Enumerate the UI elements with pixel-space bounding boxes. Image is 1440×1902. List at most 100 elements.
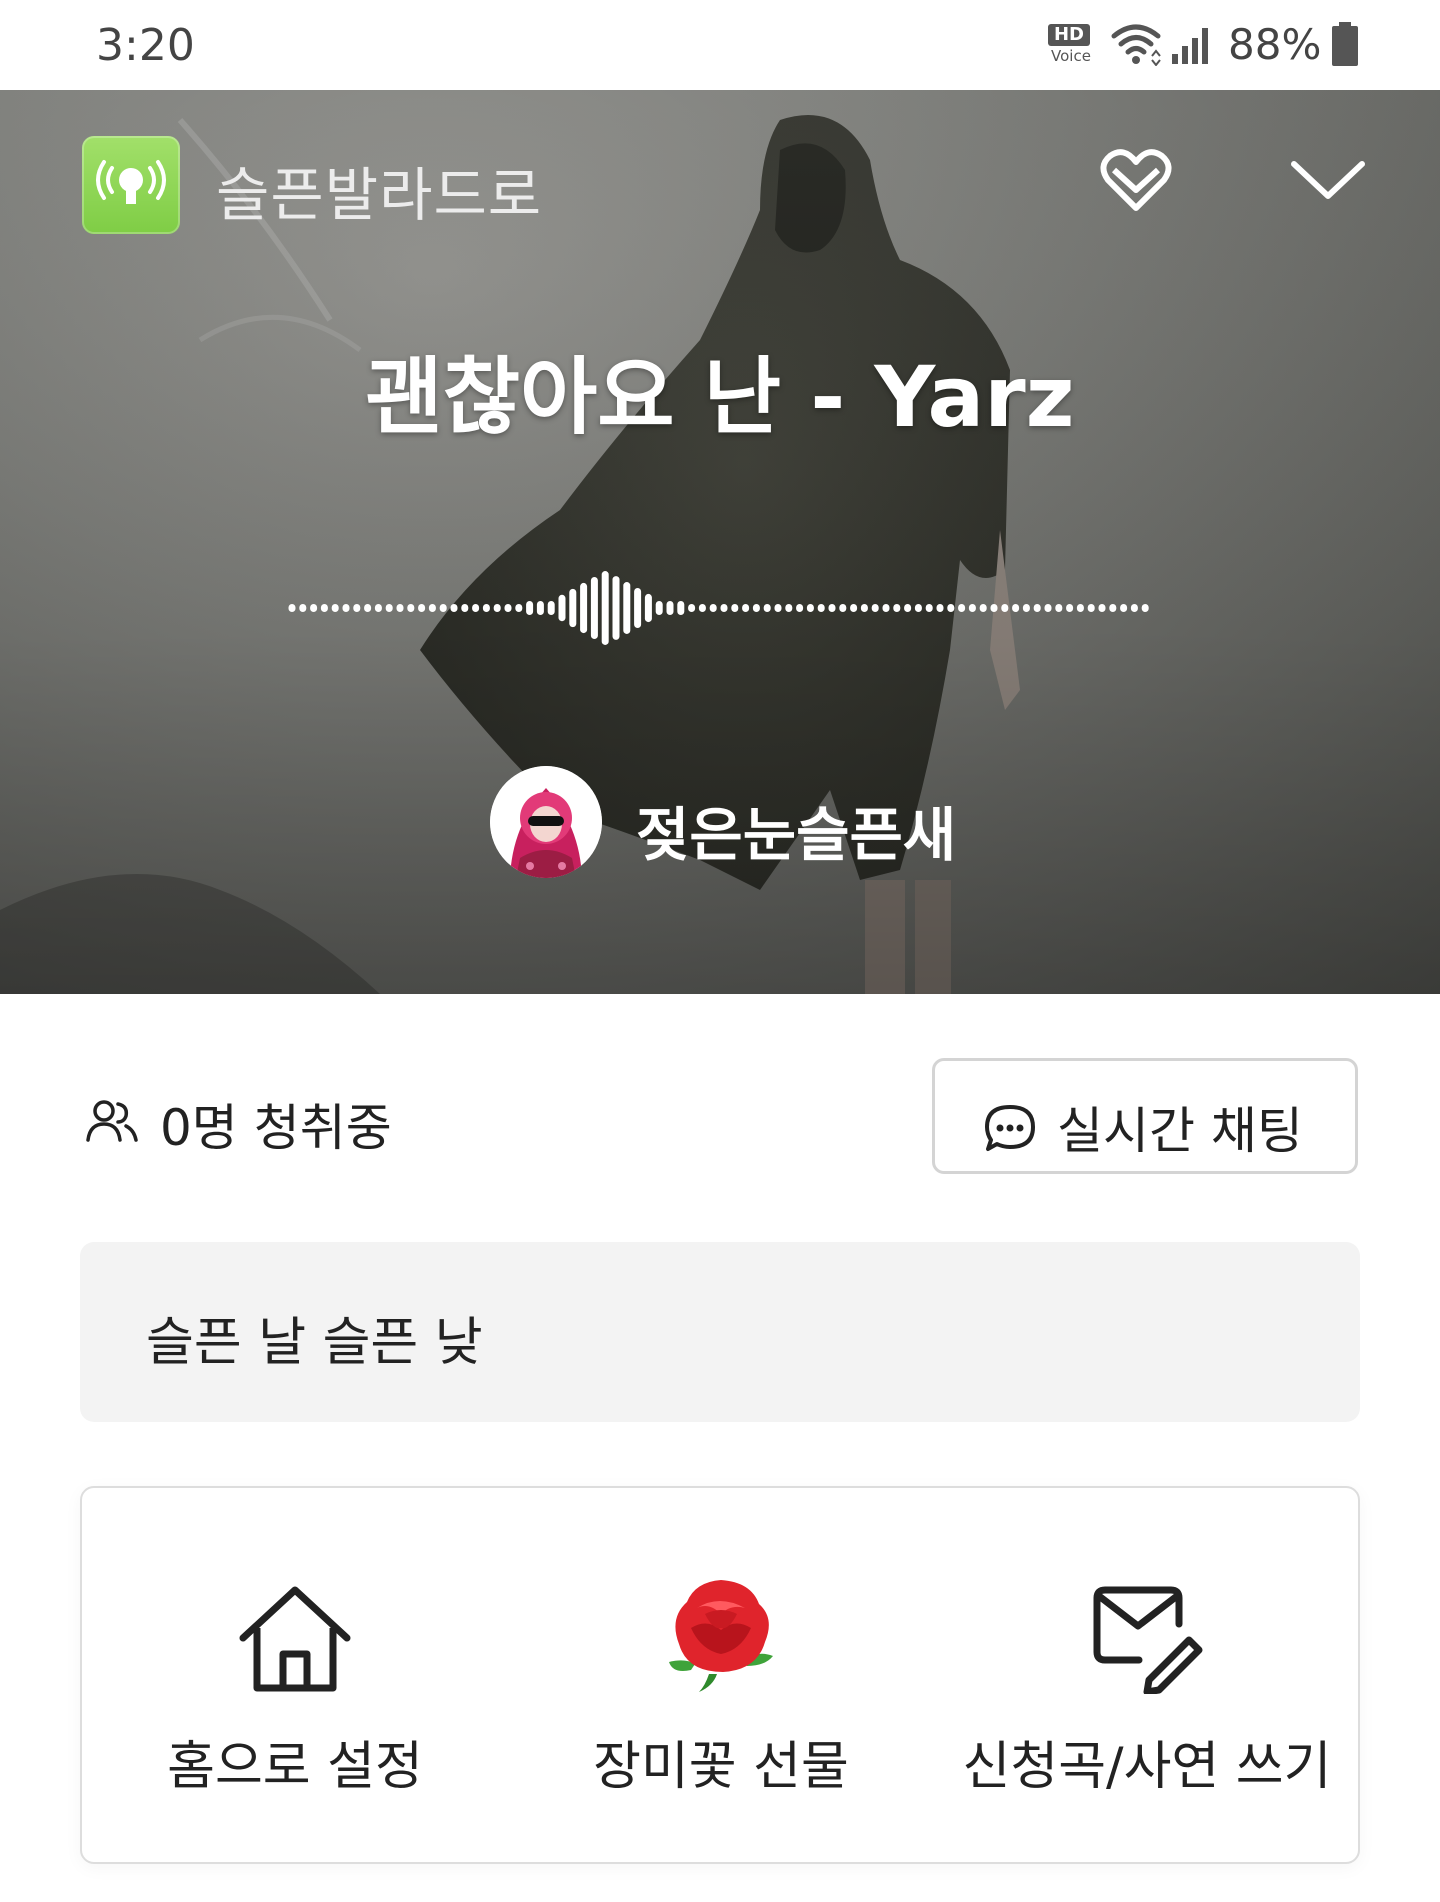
radio-broadcast-icon[interactable] bbox=[82, 136, 180, 234]
waveform-bar bbox=[677, 601, 685, 615]
waveform-bar bbox=[558, 594, 566, 622]
player-topbar: 슬픈발라드로 bbox=[0, 90, 1440, 270]
battery-icon bbox=[1330, 22, 1360, 72]
waveform-bar bbox=[439, 604, 447, 612]
channel-description: 슬픈 날 슬픈 낮 bbox=[146, 1313, 483, 1373]
waveform-bar bbox=[860, 604, 868, 612]
waveform-bar bbox=[958, 604, 966, 612]
channel-name[interactable]: 슬픈발라드로 bbox=[216, 148, 542, 232]
status-bar: 3:20 HD Voice 88% bbox=[0, 0, 1440, 90]
waveform-bar bbox=[493, 604, 501, 612]
waveform-bar bbox=[1109, 604, 1117, 612]
hd-badge: HD bbox=[1048, 24, 1090, 46]
waveform-bar bbox=[720, 604, 728, 612]
waveform-bar bbox=[709, 604, 717, 612]
waveform-bar bbox=[1130, 604, 1138, 612]
waveform-bar bbox=[472, 604, 480, 612]
waveform-bar bbox=[569, 588, 577, 628]
waveform-bar bbox=[428, 604, 436, 612]
waveform-bar bbox=[666, 601, 674, 615]
waveform-bar bbox=[979, 604, 987, 612]
waveform-bar bbox=[1098, 604, 1106, 612]
waveform-bar bbox=[385, 604, 393, 612]
waveform-bar bbox=[990, 604, 998, 612]
waveform-bar bbox=[396, 604, 404, 612]
waveform-bar bbox=[914, 604, 922, 612]
waveform-bar bbox=[785, 604, 793, 612]
waveform-bar bbox=[450, 604, 458, 612]
waveform-bar bbox=[364, 604, 372, 612]
waveform-bar bbox=[482, 604, 490, 612]
waveform-bar bbox=[331, 604, 339, 612]
waveform-bar bbox=[504, 604, 512, 612]
song-title: 괜찮아요 난 - Yarz bbox=[365, 348, 1075, 446]
waveform-bar bbox=[342, 604, 350, 612]
wifi-icon bbox=[1110, 22, 1162, 70]
hd-voice-label: Voice bbox=[1051, 47, 1091, 65]
waveform-bar bbox=[731, 604, 739, 612]
waveform-bar bbox=[828, 604, 836, 612]
set-home-button[interactable]: 홈으로 설정 bbox=[82, 1488, 508, 1862]
request-song-label: 신청곡/사연 쓰기 bbox=[962, 1737, 1332, 1797]
waveform-bar bbox=[612, 576, 620, 640]
waveform-bar bbox=[299, 604, 307, 612]
channel-description-box: 슬픈 날 슬픈 낮 bbox=[80, 1242, 1360, 1422]
heart-icon bbox=[1100, 149, 1172, 211]
set-home-label: 홈으로 설정 bbox=[167, 1737, 423, 1797]
waveform-bar bbox=[688, 604, 696, 612]
waveform-bar bbox=[1012, 604, 1020, 612]
waveform-bar bbox=[1076, 604, 1084, 612]
waveform-bar bbox=[850, 604, 858, 612]
dj-name: 젖은눈슬픈새 bbox=[636, 801, 957, 869]
waveform-bar bbox=[752, 604, 760, 612]
rose-icon bbox=[508, 1574, 934, 1694]
waveform-bar bbox=[893, 604, 901, 612]
action-card: 홈으로 설정 장미꽃 선물 신청곡/사연 쓰기 bbox=[80, 1486, 1360, 1864]
waveform-bar bbox=[763, 604, 771, 612]
waveform-bar bbox=[904, 604, 912, 612]
avatar[interactable] bbox=[490, 766, 602, 878]
waveform-bar bbox=[936, 604, 944, 612]
waveform-bar bbox=[839, 604, 847, 612]
waveform-bar bbox=[623, 582, 631, 634]
waveform-bar bbox=[515, 604, 523, 612]
request-song-button[interactable]: 신청곡/사연 쓰기 bbox=[934, 1488, 1360, 1862]
battery-percent: 88% bbox=[1228, 20, 1322, 69]
waveform-bar bbox=[871, 604, 879, 612]
waveform-bar bbox=[1001, 604, 1009, 612]
waveform-bar bbox=[526, 601, 534, 615]
waveform-bar bbox=[288, 604, 296, 612]
waveform-bar bbox=[806, 604, 814, 612]
gift-rose-label: 장미꽃 선물 bbox=[593, 1737, 849, 1797]
waveform-bar bbox=[655, 601, 663, 615]
signal-icon bbox=[1170, 22, 1218, 70]
audio-waveform bbox=[288, 571, 1149, 645]
waveform-bar bbox=[547, 601, 555, 615]
waveform-bar bbox=[601, 571, 609, 645]
waveform-bar bbox=[634, 587, 642, 629]
waveform-bar bbox=[1055, 604, 1063, 612]
collapse-button[interactable] bbox=[1290, 150, 1366, 210]
waveform-bar bbox=[461, 604, 469, 612]
mail-edit-icon bbox=[934, 1584, 1360, 1704]
waveform-bar bbox=[1022, 604, 1030, 612]
listener-count-text: 0명 청취중 bbox=[160, 1099, 392, 1157]
favorite-button[interactable] bbox=[1100, 148, 1172, 214]
chevron-down-icon bbox=[1291, 161, 1365, 199]
waveform-bar bbox=[796, 604, 804, 612]
hd-voice-icon: HD Voice bbox=[1048, 24, 1094, 66]
waveform-bar bbox=[418, 604, 426, 612]
waveform-bar bbox=[1087, 604, 1095, 612]
gift-rose-button[interactable]: 장미꽃 선물 bbox=[508, 1488, 934, 1862]
home-icon bbox=[82, 1584, 508, 1704]
waveform-bar bbox=[353, 604, 361, 612]
live-chat-button[interactable]: 실시간 채팅 bbox=[932, 1058, 1358, 1174]
waveform-bar bbox=[968, 604, 976, 612]
waveform-bar bbox=[374, 604, 382, 612]
waveform-bar bbox=[644, 593, 652, 623]
waveform-bar bbox=[320, 604, 328, 612]
waveform-bar bbox=[925, 604, 933, 612]
live-chat-label: 실시간 채팅 bbox=[1057, 1102, 1303, 1160]
waveform-bar bbox=[742, 604, 750, 612]
waveform-bar bbox=[698, 604, 706, 612]
